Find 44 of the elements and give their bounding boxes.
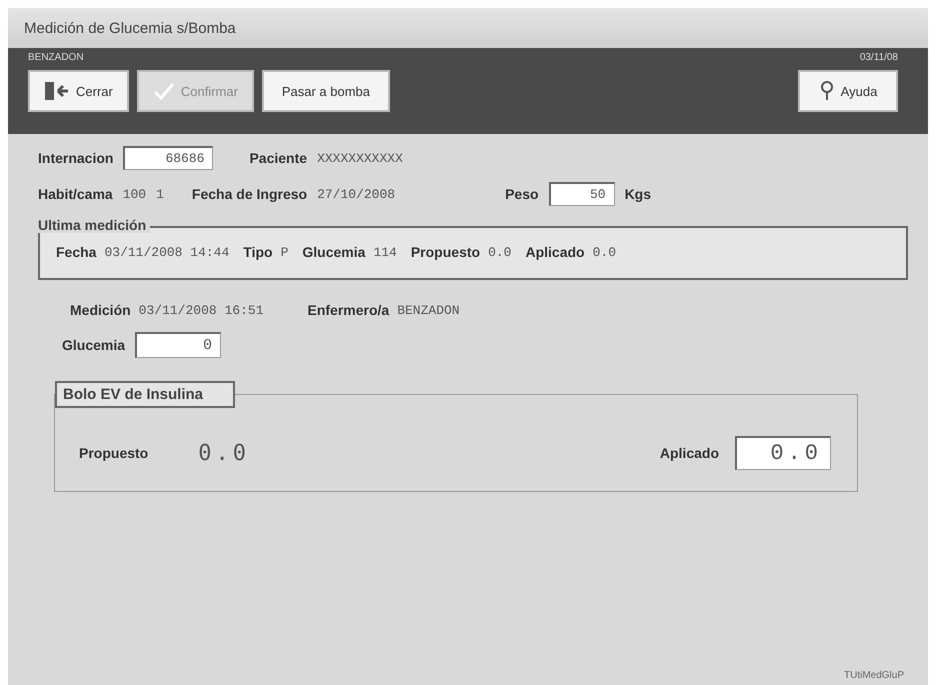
field-value: 03/11/2008 14:44 (104, 244, 230, 260)
applied-field[interactable]: 0.0 (735, 436, 831, 470)
door-arrow-icon (44, 81, 70, 101)
glucose-field[interactable]: 0 (135, 332, 222, 358)
user-name: BENZADON (28, 52, 84, 65)
close-button[interactable]: Cerrar (28, 70, 129, 112)
admission-date: 27/10/2008 (317, 186, 396, 202)
field-label: Glucemia (302, 244, 366, 260)
field-value: P (280, 244, 288, 260)
proposed-value: 0.0 (198, 440, 250, 466)
field-label: Internacion (38, 150, 114, 166)
bed-value: 1 (156, 186, 164, 202)
measurement-date: 03/11/2008 16:51 (138, 302, 264, 318)
field-label: Glucemia (62, 337, 126, 353)
field-label: Medición (70, 302, 131, 318)
field-value: 114 (373, 244, 397, 260)
field-value: 0.0 (592, 244, 616, 260)
field-label: Propuesto (79, 445, 148, 461)
field-value: 0.0 (488, 244, 512, 260)
help-icon (818, 81, 835, 101)
nurse-name: BENZADON (397, 302, 460, 318)
date-label: 03/11/08 (860, 52, 898, 65)
form-id: TUtiMedGluP (844, 670, 904, 681)
field-label: Paciente (249, 150, 308, 166)
check-icon (152, 81, 175, 101)
weight-field[interactable]: 50 (548, 182, 615, 206)
field-label: Peso (505, 186, 539, 202)
field-label: Aplicado (525, 244, 585, 260)
field-label: Aplicado (660, 445, 719, 461)
help-button[interactable]: Ayuda (798, 70, 898, 112)
field-label: Fecha (56, 244, 96, 260)
pump-button[interactable]: Pasar a bomba (262, 70, 390, 112)
room-value: 100 (122, 186, 146, 202)
admission-field[interactable]: 68686 (123, 146, 214, 170)
field-label: Propuesto (410, 244, 480, 260)
field-label: Enfermero/a (308, 302, 390, 318)
panel-title: Bolo EV de Insulina (55, 381, 236, 408)
field-label: Habit/cama (38, 186, 113, 202)
window-title: Medición de Glucemia s/Bomba (8, 8, 928, 48)
patient-name: XXXXXXXXXXX (317, 150, 403, 166)
field-label: Tipo (243, 244, 273, 260)
field-label: Fecha de Ingreso (192, 186, 308, 202)
unit-label: Kgs (624, 186, 652, 202)
panel-title: Ultima medición (38, 217, 150, 233)
